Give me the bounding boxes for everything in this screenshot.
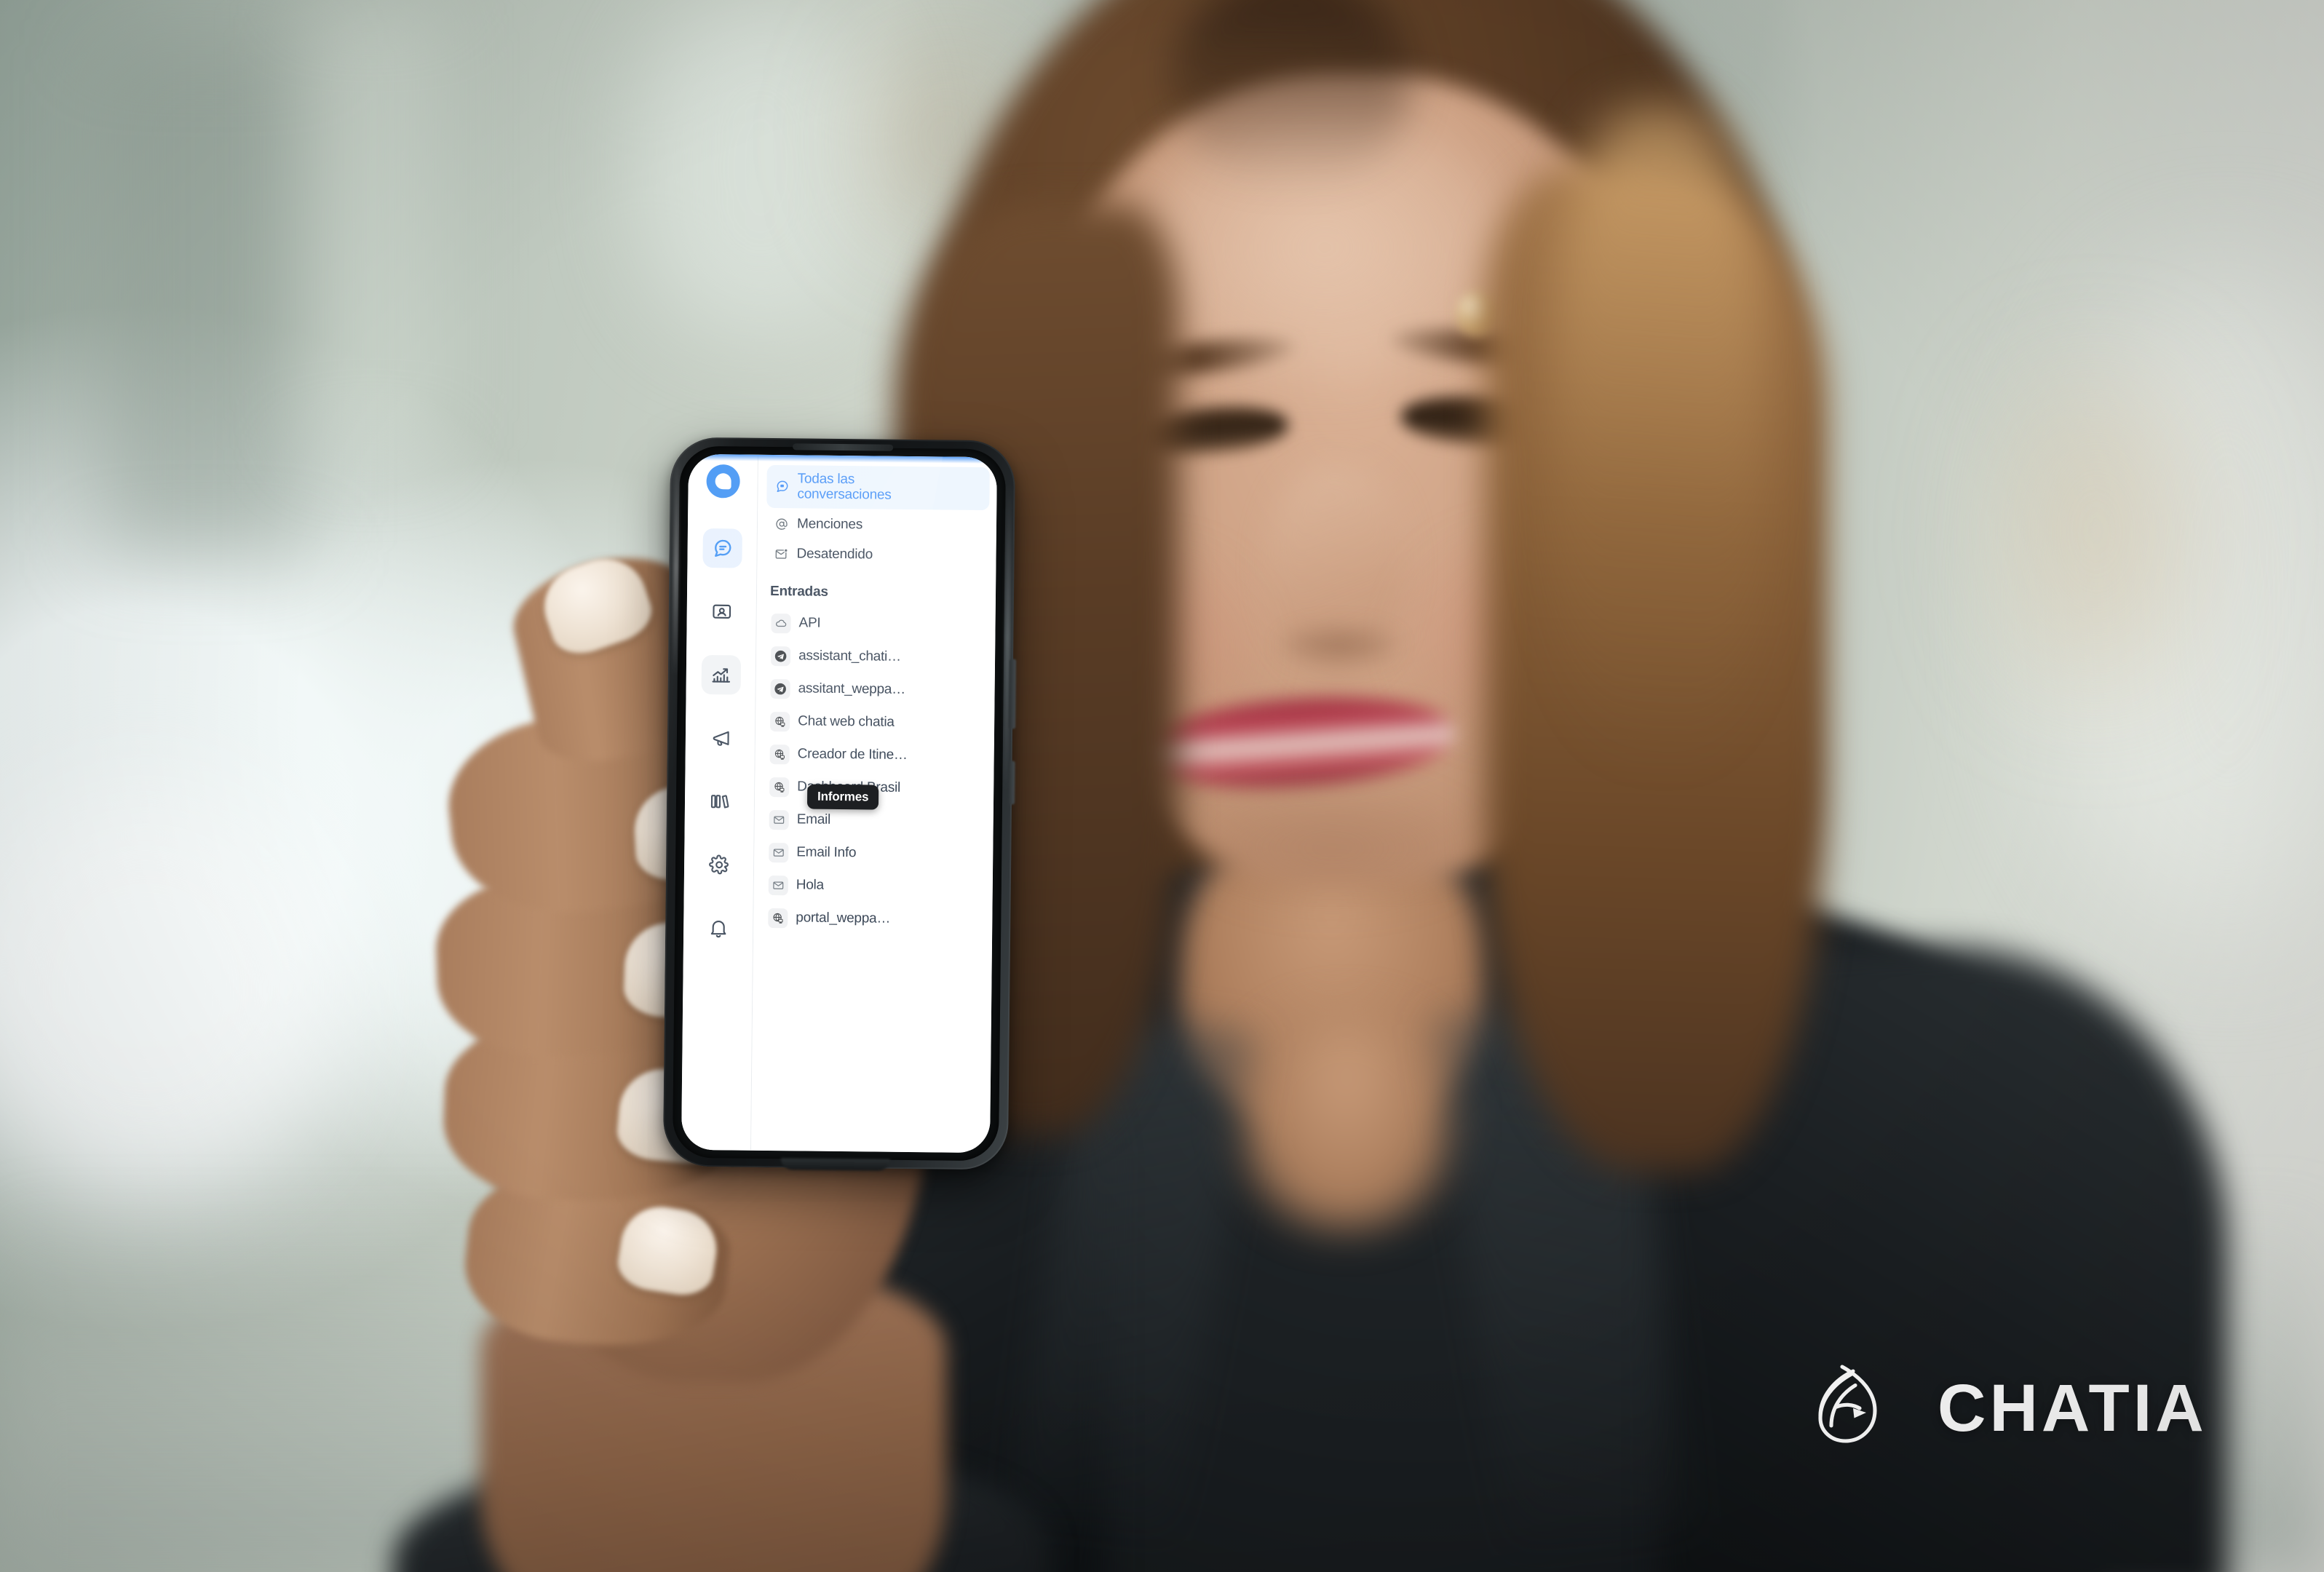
telegram-icon (770, 646, 791, 667)
power-button[interactable] (1007, 761, 1015, 805)
list-item-label: Chat web chatia (798, 713, 895, 731)
sidebar-item-conversations[interactable] (702, 528, 742, 568)
subject-woman (0, 0, 2324, 1572)
app-sidebar-rail (681, 453, 759, 1151)
list-item[interactable]: portal_weppa… (762, 903, 985, 935)
list-item-label: Hola (796, 877, 825, 894)
hair-highlight (1550, 109, 1769, 764)
nav-mentions[interactable]: Menciones (766, 510, 989, 540)
tooltip-informes: Informes (806, 784, 879, 810)
sidebar-item-contacts[interactable] (702, 592, 742, 632)
website-globe-icon (769, 744, 790, 765)
envelope-icon (768, 875, 788, 896)
list-item[interactable]: assitant_weppa… (764, 674, 987, 706)
brand-watermark: CHATIA (1805, 1354, 2208, 1463)
at-sign-icon (774, 516, 790, 532)
chat-bubble-icon (711, 537, 733, 559)
brand-name: CHATIA (1938, 1371, 2208, 1445)
contact-card-icon (710, 600, 732, 622)
inbox-panel: Todas las conversaciones Menciones Desat… (751, 454, 997, 1154)
list-item[interactable]: API (765, 608, 988, 640)
gear-icon (707, 854, 729, 876)
chin-shadow (1194, 793, 1470, 902)
website-globe-icon (769, 777, 790, 798)
cloud-icon (771, 613, 791, 634)
nav-label: Menciones (796, 516, 863, 533)
nav-label: Desatendido (796, 546, 873, 563)
bell-icon (707, 917, 729, 939)
chatia-bubble-logo (715, 473, 731, 490)
sidebar-item-campaigns[interactable] (700, 718, 740, 758)
list-item[interactable]: assistant_chati… (765, 641, 988, 673)
list-item-label: Email (796, 811, 831, 828)
list-item-label: assitant_weppa… (798, 680, 906, 698)
volume-button[interactable] (1009, 659, 1017, 729)
books-icon (708, 790, 730, 812)
website-globe-icon (770, 711, 790, 732)
reports-chart-icon (710, 664, 731, 686)
sidebar-item-notifications[interactable] (698, 908, 738, 948)
telegram-icon (770, 678, 790, 699)
sidebar-item-reports[interactable] (701, 655, 741, 695)
sidebar-item-library[interactable] (699, 782, 739, 822)
list-item[interactable]: Email Info (763, 838, 985, 870)
phone-bottom-notch (780, 1158, 890, 1171)
section-title-entradas: Entradas (769, 583, 828, 600)
list-item-label: Creador de Itine… (797, 746, 908, 763)
envelope-dot-icon (773, 546, 789, 562)
megaphone-icon (709, 727, 731, 749)
chatia-leaf-droplet-logo (1805, 1354, 1914, 1463)
list-item[interactable]: Creador de Itine… (764, 739, 986, 771)
nav-all-conversations[interactable]: Todas las conversaciones (766, 464, 990, 511)
sidebar-item-settings[interactable] (699, 845, 739, 885)
screenshot-stage: Todas las conversaciones Menciones Desat… (0, 0, 2324, 1572)
list-item[interactable]: Hola (763, 870, 985, 902)
list-item[interactable]: Email (764, 805, 986, 837)
list-item[interactable]: Chat web chatia (764, 707, 987, 739)
nose-shadow (1281, 626, 1397, 664)
list-item-label: portal_weppa… (796, 910, 891, 927)
envelope-icon (769, 809, 789, 830)
earpiece-speaker (793, 443, 894, 451)
nav-unattended[interactable]: Desatendido (766, 540, 988, 570)
phone-screen: Todas las conversaciones Menciones Desat… (681, 453, 997, 1154)
list-item-label: API (798, 615, 821, 632)
list-item-label: assistant_chati… (798, 648, 901, 665)
chest (1237, 1012, 1456, 1230)
smartphone: Todas las conversaciones Menciones Desat… (662, 437, 1017, 1171)
list-item-label: Email Info (796, 844, 857, 861)
nav-label: Todas las conversaciones (797, 471, 892, 504)
app-logo[interactable] (705, 464, 740, 499)
envelope-icon (769, 842, 789, 863)
chat-bubble-outline-icon (774, 479, 790, 495)
website-globe-icon (768, 908, 788, 929)
